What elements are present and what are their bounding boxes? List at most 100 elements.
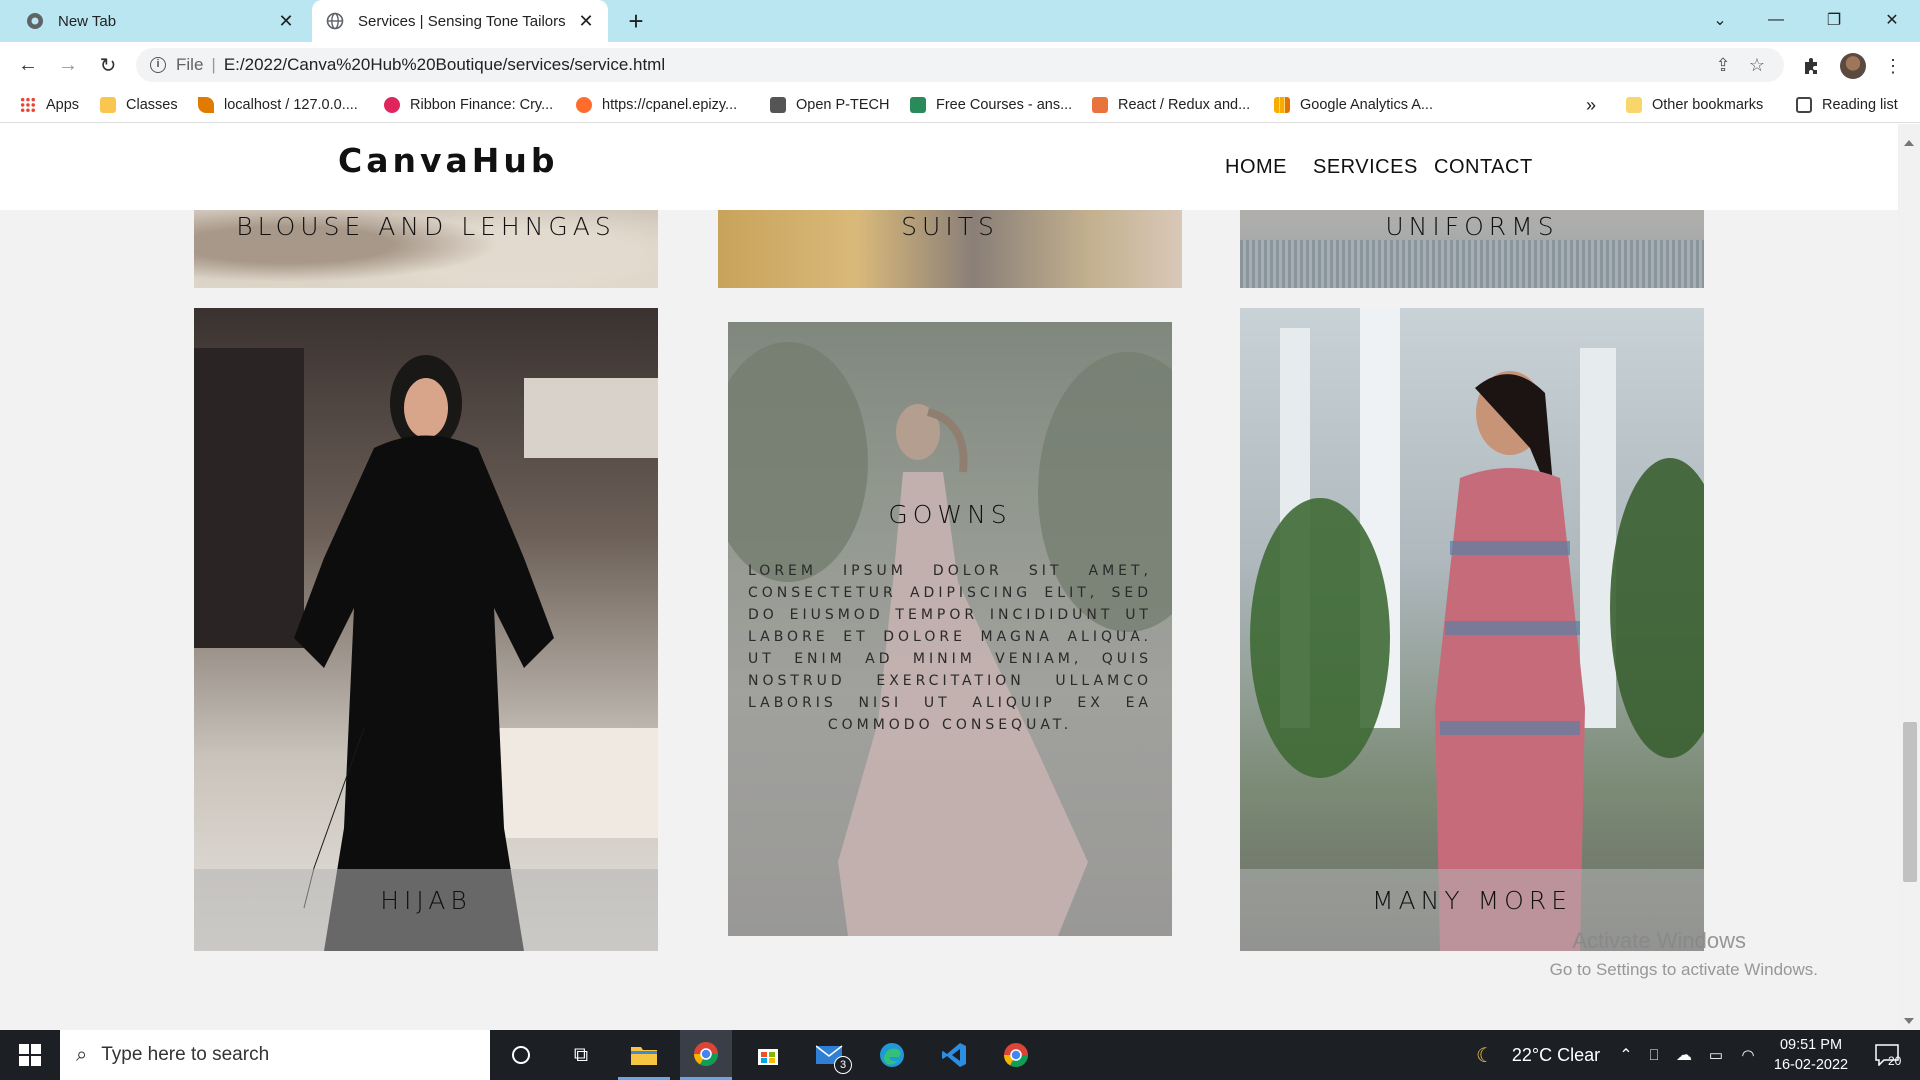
ribbon-icon: [384, 97, 400, 113]
onedrive-cloud-icon[interactable]: ☁: [1670, 1030, 1698, 1080]
url-scheme: File: [176, 55, 204, 74]
bookmark-google-analytics[interactable]: Google Analytics A...: [1274, 88, 1433, 122]
chrome-profile-taskbar-icon[interactable]: [990, 1030, 1042, 1080]
bookmark-apps[interactable]: Apps: [20, 88, 79, 122]
card-image: [194, 348, 658, 951]
search-placeholder: Type here to search: [101, 1044, 270, 1065]
card-title: UNIFORMS: [1385, 212, 1559, 241]
card-image: [1240, 240, 1704, 288]
bookmark-localhost[interactable]: localhost / 127.0.0....: [198, 88, 358, 122]
scrollbar-thumb[interactable]: [1903, 722, 1917, 882]
cpanel-icon: [576, 97, 592, 113]
file-explorer-icon[interactable]: [618, 1030, 670, 1080]
card-description: Lorem ipsum dolor sit amet, consectetur …: [748, 563, 1152, 733]
bookmark-other[interactable]: Other bookmarks: [1626, 88, 1763, 122]
scroll-down-arrow-icon[interactable]: [1904, 1018, 1914, 1024]
bookmark-classes[interactable]: Classes: [100, 88, 178, 122]
menu-kebab-icon[interactable]: ⋮: [1878, 51, 1908, 81]
chrome-taskbar-icon[interactable]: [680, 1030, 732, 1080]
reading-list-icon: [1796, 97, 1812, 113]
clock-date: 16-02-2022: [1773, 1057, 1849, 1073]
site-header: CanvaHub HOME SERVICES CONTACT: [0, 124, 1898, 210]
reload-icon[interactable]: ↻: [92, 49, 124, 81]
vscode-icon[interactable]: [928, 1030, 980, 1080]
chrome-icon: [26, 12, 44, 30]
reading-list[interactable]: Reading list: [1796, 88, 1898, 122]
bookmark-free-courses[interactable]: Free Courses - ans...: [910, 88, 1072, 122]
url-separator: |: [211, 55, 216, 74]
bookmark-react-redux[interactable]: React / Redux and...: [1092, 88, 1250, 122]
close-tab-icon[interactable]: ✕: [576, 11, 596, 31]
tab-new-tab[interactable]: New Tab ✕: [12, 0, 308, 42]
page-viewport: BLOUSE AND LEHNGAS SUITS UNIFORMS CanvaH…: [0, 124, 1898, 1030]
tab-label: New Tab: [58, 12, 117, 30]
mail-icon[interactable]: 3: [804, 1030, 856, 1080]
nav-contact[interactable]: CONTACT: [1434, 156, 1533, 179]
microsoft-store-icon[interactable]: [742, 1030, 794, 1080]
tab-services[interactable]: Services | Sensing Tone Tailors ✕: [312, 0, 608, 42]
card-title: SUITS: [901, 212, 999, 241]
info-icon[interactable]: i: [150, 57, 166, 73]
new-tab-button[interactable]: +: [620, 6, 652, 38]
service-card-many-more[interactable]: MANY MORE: [1240, 308, 1704, 951]
browser-toolbar: ← → ↻ i File | E:/2022/Canva%20Hub%20Bou…: [0, 42, 1920, 88]
page-scrollbar[interactable]: [1898, 124, 1920, 1030]
ptech-icon: [770, 97, 786, 113]
bookmark-open-ptech[interactable]: Open P-TECH: [770, 88, 889, 122]
mail-badge: 3: [834, 1056, 852, 1074]
card-title: MANY MORE: [1371, 886, 1572, 915]
url-text[interactable]: E:/2022/Canva%20Hub%20Boutique/services/…: [224, 55, 665, 75]
activate-windows-hint: Go to Settings to activate Windows.: [1549, 960, 1818, 979]
card-title: BLOUSE AND LEHNGAS: [236, 212, 616, 241]
scroll-up-arrow-icon[interactable]: [1904, 140, 1914, 146]
nav-services[interactable]: SERVICES: [1313, 156, 1418, 179]
windows-taskbar: ⌕ Type here to search ⧉ 3 ☾ 22°C Clear ⌃…: [0, 1030, 1920, 1080]
tab-strip: New Tab ✕ Services | Sensing Tone Tailor…: [0, 0, 1920, 42]
site-logo[interactable]: CanvaHub: [338, 141, 559, 180]
answers-icon: [910, 97, 926, 113]
nav-home[interactable]: HOME: [1225, 156, 1287, 179]
edge-icon[interactable]: [866, 1030, 918, 1080]
classroom-icon: [100, 97, 116, 113]
share-icon[interactable]: ⇪: [1708, 48, 1738, 82]
meet-now-icon[interactable]: ⎕: [1642, 1030, 1666, 1080]
battery-icon[interactable]: ▭: [1702, 1030, 1730, 1080]
close-window-button[interactable]: ✕: [1864, 0, 1920, 40]
minimize-button[interactable]: —: [1748, 0, 1804, 40]
tab-search-chevron-icon[interactable]: ⌄: [1692, 0, 1748, 40]
back-arrow-icon[interactable]: ←: [12, 49, 44, 81]
weather-moon-icon[interactable]: ☾: [1470, 1030, 1500, 1080]
task-view-icon[interactable]: ⧉: [556, 1030, 606, 1080]
weather-text[interactable]: 22°C Clear: [1506, 1030, 1606, 1080]
bookmark-ribbon-finance[interactable]: Ribbon Finance: Cry...: [384, 88, 553, 122]
card-image: [1250, 308, 1704, 951]
activate-windows-heading: Activate Windows: [1572, 928, 1746, 953]
address-bar[interactable]: i File | E:/2022/Canva%20Hub%20Boutique/…: [136, 48, 1784, 82]
forward-arrow-icon[interactable]: →: [52, 49, 84, 81]
service-card-gowns[interactable]: GOWNS Lorem ipsum dolor sit amet, consec…: [728, 322, 1172, 936]
service-card-hijab[interactable]: HIJAB: [194, 308, 658, 951]
cortana-icon[interactable]: [496, 1030, 546, 1080]
phpmyadmin-icon: [198, 97, 214, 113]
clock-time: 09:51 PM: [1779, 1037, 1843, 1053]
apps-grid-icon: [20, 97, 36, 113]
notification-count: 20: [1888, 1054, 1902, 1068]
close-tab-icon[interactable]: ✕: [276, 11, 296, 31]
bookmark-star-icon[interactable]: ☆: [1742, 48, 1772, 82]
wifi-icon[interactable]: ◠: [1734, 1030, 1762, 1080]
globe-icon: [326, 12, 344, 30]
profile-avatar[interactable]: [1838, 51, 1868, 81]
bookmarks-overflow-chevron[interactable]: »: [1586, 88, 1596, 122]
notification-center-icon[interactable]: 20: [1862, 1030, 1912, 1080]
clock[interactable]: 09:51 PM 16-02-2022: [1766, 1030, 1856, 1080]
extensions-puzzle-icon[interactable]: [1796, 51, 1826, 81]
taskbar-search-input[interactable]: ⌕ Type here to search: [60, 1030, 490, 1080]
folder-icon: [1626, 97, 1642, 113]
restore-button[interactable]: ❐: [1806, 0, 1862, 40]
show-hidden-icons-chevron[interactable]: ⌃: [1614, 1030, 1638, 1080]
search-icon: ⌕: [76, 1043, 88, 1066]
windows-start-icon[interactable]: [0, 1030, 60, 1080]
udemy-icon: [1092, 97, 1108, 113]
card-title: GOWNS: [888, 500, 1012, 529]
bookmark-cpanel[interactable]: https://cpanel.epizy...: [576, 88, 737, 122]
